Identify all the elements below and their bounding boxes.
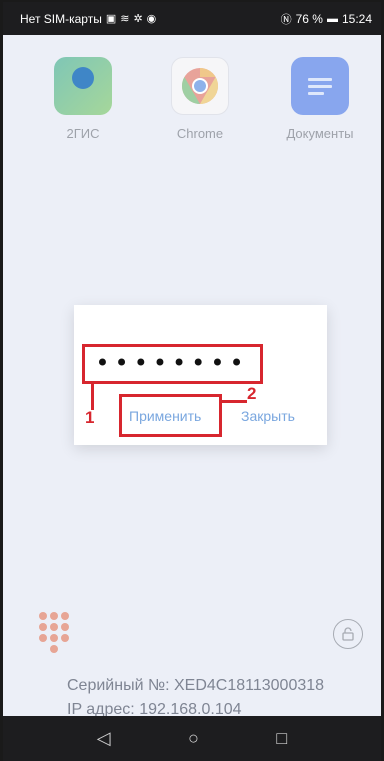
annotation-marker-2: 2 bbox=[247, 384, 257, 403]
sim-icon: ▣ bbox=[105, 13, 117, 25]
annotation-marker-1: 1 bbox=[85, 408, 95, 427]
recents-button[interactable]: □ bbox=[276, 728, 287, 749]
close-button[interactable]: Закрыть bbox=[241, 408, 295, 424]
wifi-icon: ≋ bbox=[120, 13, 130, 25]
app-chrome[interactable]: Chrome bbox=[145, 57, 255, 141]
back-button[interactable]: ◁ bbox=[97, 728, 111, 749]
settings-icon: ✲ bbox=[133, 13, 143, 25]
2gis-icon bbox=[54, 57, 112, 115]
app-documents[interactable]: Документы bbox=[265, 57, 375, 141]
clock-text: 15:24 bbox=[341, 11, 372, 26]
apply-button[interactable]: Применить bbox=[129, 408, 201, 424]
app-label: Документы bbox=[286, 126, 354, 141]
annotation-line-2 bbox=[222, 400, 247, 403]
nfc-icon: Ⓝ bbox=[280, 13, 292, 26]
carrier-text: Нет SIM-карты bbox=[20, 11, 102, 26]
app-label: 2ГИС bbox=[66, 126, 100, 141]
battery-text: 76 % bbox=[295, 11, 323, 26]
annotation-line-1 bbox=[91, 384, 94, 410]
chrome-icon bbox=[171, 57, 229, 115]
dialpad-icon[interactable] bbox=[39, 612, 71, 653]
app-label: Chrome bbox=[176, 126, 224, 141]
shield-icon: ◉ bbox=[146, 13, 157, 25]
navigation-bar: ◁ ○ □ bbox=[3, 716, 381, 761]
app-2gis[interactable]: 2ГИС bbox=[28, 57, 138, 141]
battery-icon: ▬ bbox=[326, 12, 338, 25]
phone-screen: Нет SIM-карты ▣ ≋ ✲ ◉ Ⓝ 76 % ▬ 15:24 2ГИ… bbox=[0, 0, 384, 761]
home-button[interactable]: ○ bbox=[188, 728, 199, 749]
lock-icon[interactable] bbox=[333, 619, 363, 649]
serial-number: Серийный №: XED4C18113000318 bbox=[67, 677, 325, 694]
document-icon bbox=[291, 57, 349, 115]
status-bar: Нет SIM-карты ▣ ≋ ✲ ◉ Ⓝ 76 % ▬ 15:24 bbox=[3, 2, 381, 35]
highlight-password-box bbox=[82, 344, 263, 384]
